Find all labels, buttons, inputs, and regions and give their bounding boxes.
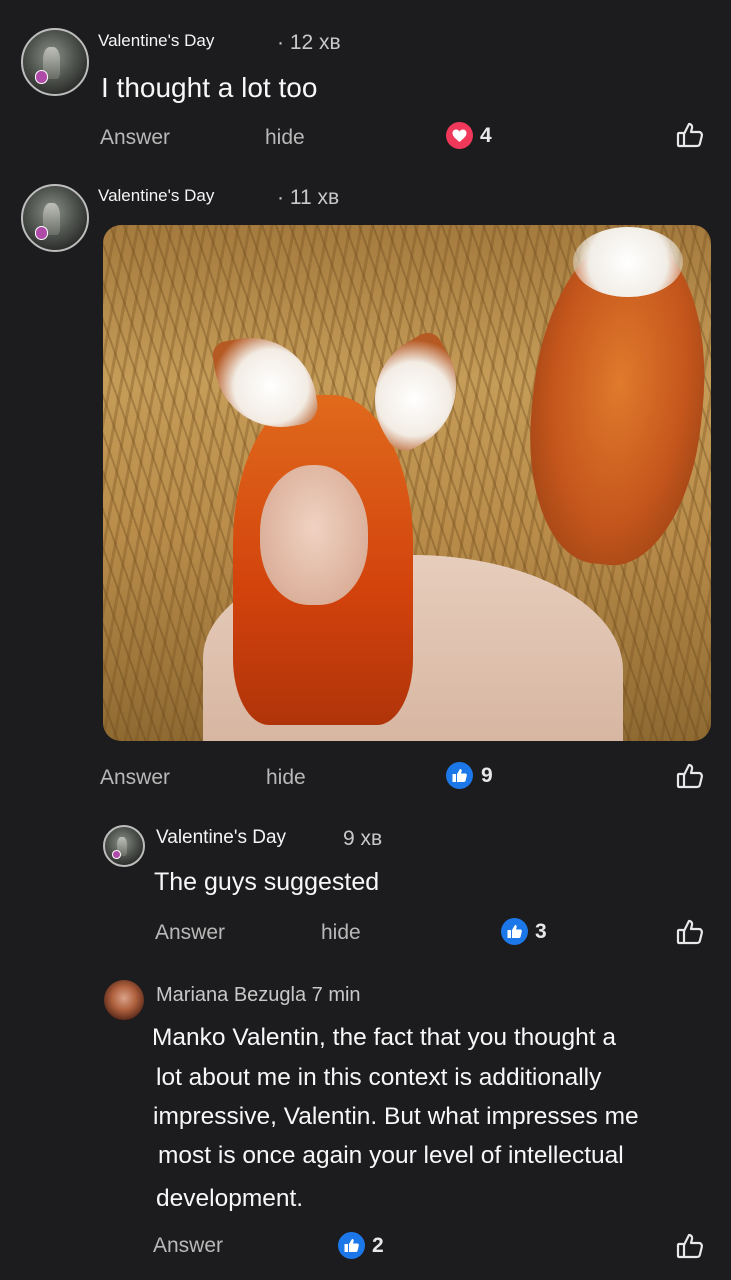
reaction-count[interactable]: 9 <box>481 764 493 788</box>
comment-author[interactable]: Valentine's Day <box>156 827 286 849</box>
comment-text: I thought a lot too <box>101 72 318 103</box>
comment-text-line: most is once again your level of intelle… <box>158 1142 624 1169</box>
comment-author[interactable]: Valentine's Day <box>98 31 214 51</box>
answer-button[interactable]: Answer <box>100 766 170 790</box>
hide-button[interactable]: hide <box>266 766 306 790</box>
comment-text-line: impressive, Valentin. But what impresses… <box>153 1103 639 1130</box>
like-thumb-icon[interactable] <box>676 762 704 790</box>
comment-time: 9 хв <box>343 827 383 850</box>
answer-button[interactable]: Answer <box>153 1234 223 1258</box>
comment-text-line: development. <box>156 1185 304 1212</box>
avatar[interactable] <box>104 980 144 1020</box>
comment-author[interactable]: Mariana Bezugla 7 min <box>156 984 361 1007</box>
comment-photo[interactable] <box>103 225 711 741</box>
like-reaction-icon[interactable] <box>501 918 528 945</box>
hide-button[interactable]: hide <box>265 126 305 150</box>
like-reaction-icon[interactable] <box>446 762 473 789</box>
heart-reaction-icon[interactable] <box>446 122 473 149</box>
comment-time: · 11 хв <box>277 186 340 209</box>
like-reaction-icon[interactable] <box>338 1232 365 1259</box>
comment-author[interactable]: Valentine's Day <box>98 186 214 206</box>
like-thumb-icon[interactable] <box>676 121 704 149</box>
avatar[interactable] <box>21 28 89 96</box>
answer-button[interactable]: Answer <box>100 126 170 150</box>
comment-text-line: Manko Valentin, the fact that you though… <box>152 1024 616 1051</box>
like-thumb-icon[interactable] <box>676 1232 704 1260</box>
comment-text: The guys suggested <box>154 868 380 896</box>
reaction-count[interactable]: 4 <box>480 124 492 148</box>
like-thumb-icon[interactable] <box>676 918 704 946</box>
avatar[interactable] <box>21 184 89 252</box>
reaction-count[interactable]: 2 <box>372 1234 384 1258</box>
comment-text-line: lot about me in this context is addition… <box>156 1064 602 1091</box>
hide-button[interactable]: hide <box>321 921 361 945</box>
comment-time: · 12 хв <box>277 31 341 54</box>
answer-button[interactable]: Answer <box>155 921 225 945</box>
avatar[interactable] <box>103 825 145 867</box>
reaction-count[interactable]: 3 <box>535 920 547 944</box>
